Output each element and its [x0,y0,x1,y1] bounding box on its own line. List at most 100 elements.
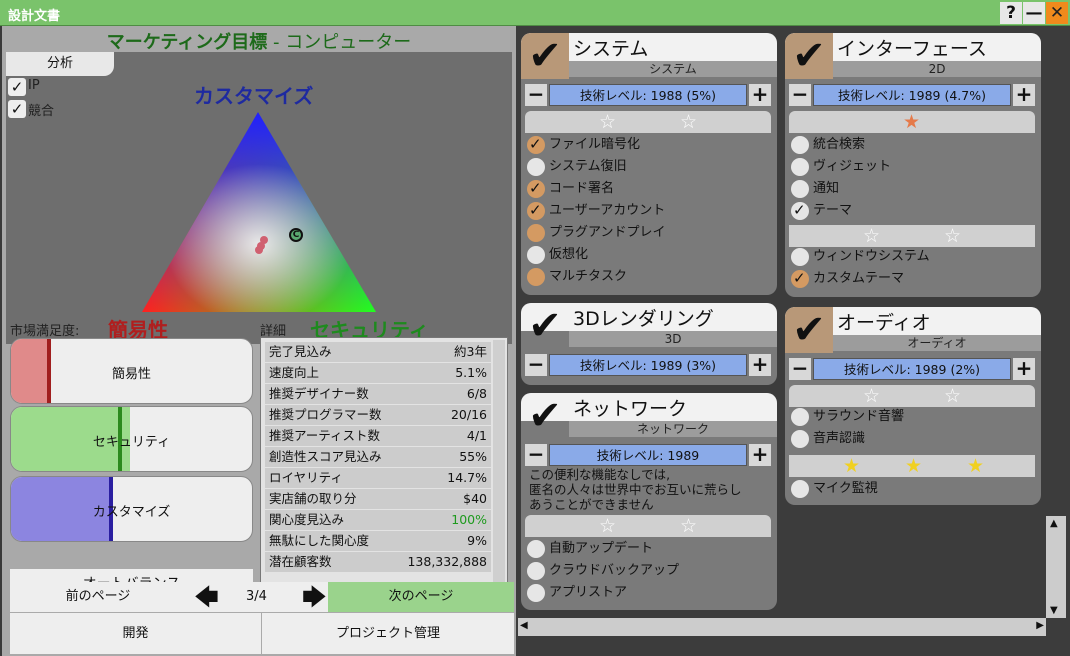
feature-item[interactable]: アプリストア [527,583,767,603]
star-icon: ★ [967,455,985,477]
slider-label: 簡易性 [111,367,151,382]
feature-checkbox[interactable]: ✓ [527,179,545,198]
scroll-up-icon[interactable]: ▲ [1050,518,1058,529]
feature-item[interactable]: 仮想化 [527,245,767,265]
feature-checkbox[interactable] [527,224,545,242]
triangle-chart[interactable]: 分析 ✓ IP ✓ 競合 カスタマイズ 簡易性 セキュリティ C [6,52,512,344]
scroll-left-icon[interactable]: ◀ [520,620,528,631]
checkmark-icon[interactable]: ✔ [521,33,569,79]
feature-item[interactable]: ✓ ユーザーアカウント [527,201,767,221]
feature-item[interactable]: ✓ カスタムテーマ [791,269,1031,289]
feature-checkbox[interactable] [791,136,809,154]
ip-checkbox[interactable]: ✓ [8,78,26,96]
feature-checkbox[interactable] [791,180,809,198]
feature-item[interactable]: 自動アップデート [527,539,767,559]
feature-item[interactable]: マルチタスク [527,267,767,287]
plus-button[interactable]: + [1013,84,1035,106]
detail-row: 速度向上 5.1% [265,363,491,383]
arrow-right-icon[interactable]: 🡆 [302,585,327,609]
feature-checkbox[interactable] [527,540,545,558]
feature-label: システム復旧 [549,159,627,174]
feature-item[interactable]: 通知 [791,179,1031,199]
details-scrollbar[interactable] [493,340,505,596]
checkmark-icon[interactable]: ✔ [521,303,569,349]
feature-item[interactable]: 統合検索 [791,135,1031,155]
card-system: ✔ システム システム − 技術レベル: 1988 (5%) + ☆ ☆ ✓ ファ… [521,33,777,295]
card-3d-rendering: ✔ 3Dレンダリング 3D − 技術レベル: 1989 (3%) + [521,303,777,385]
feature-checkbox[interactable] [527,158,545,176]
slider-security[interactable]: セキュリティ [10,406,253,472]
feature-item[interactable]: ✓ コード署名 [527,179,767,199]
feature-item[interactable]: クラウドバックアップ [527,561,767,581]
feature-item[interactable]: ✓ ファイル暗号化 [527,135,767,155]
scroll-down-icon[interactable]: ▼ [1050,605,1058,616]
competitor-checkbox[interactable]: ✓ [8,100,26,118]
analysis-tab[interactable]: 分析 [6,52,114,76]
feature-item[interactable]: マイク監視 [791,479,1031,499]
slider-simplicity[interactable]: 簡易性 [10,338,253,404]
feature-checkbox[interactable]: ✓ [791,269,809,288]
feature-item[interactable]: ヴィジェット [791,157,1031,177]
feature-checkbox[interactable] [791,158,809,176]
feature-item[interactable]: ウィンドウシステム [791,247,1031,267]
feature-item[interactable]: 音声認識 [791,429,1031,449]
feature-checkbox[interactable] [791,408,809,426]
plus-button[interactable]: + [749,354,771,376]
minus-button[interactable]: − [525,84,547,106]
prev-page-button[interactable]: 前のページ [10,582,186,612]
feature-checkbox[interactable] [527,268,545,286]
card-interface: ✔ インターフェース 2D − 技術レベル: 1989 (4.7%) + ★ ☆… [785,33,1041,297]
plus-button[interactable]: + [1013,358,1035,380]
minus-button[interactable]: − [525,354,547,376]
next-page-button[interactable]: 次のページ [328,582,514,612]
plus-button[interactable]: + [749,84,771,106]
feature-checkbox[interactable] [791,248,809,266]
scroll-right-icon[interactable]: ▶ [1036,620,1044,631]
detail-row: ロイヤリティ 14.7% [265,468,491,488]
feature-label: ウィンドウシステム [813,249,930,264]
checkmark-icon[interactable]: ✔ [785,307,833,353]
detail-key: 完了見込み [269,344,332,359]
help-button[interactable]: ? [1000,2,1022,24]
checkmark-icon: ✓ [793,269,806,287]
checkmark-icon[interactable]: ✔ [785,33,833,79]
detail-row: 潜在顧客数 138,332,888 [265,552,491,572]
feature-label: 自動アップデート [549,541,654,556]
detail-row: 関心度見込み 100% [265,510,491,530]
project-mgmt-button[interactable]: プロジェクト管理 [262,613,514,655]
feature-label: コード署名 [549,181,615,196]
footer-bar: 開発 プロジェクト管理 [10,612,514,655]
close-button[interactable]: ✕ [1046,2,1068,24]
feature-label: マルチタスク [549,269,628,284]
feature-item[interactable]: プラグアンドプレイ [527,223,767,243]
ip-label: IP [28,78,40,93]
minus-button[interactable]: − [525,444,547,466]
dev-button[interactable]: 開発 [10,613,262,655]
plus-button[interactable]: + [749,444,771,466]
detail-key: 無駄にした関心度 [269,533,370,548]
feature-checkbox[interactable] [527,584,545,602]
color-triangle [142,112,376,312]
feature-checkbox[interactable]: ✓ [527,201,545,220]
minimize-button[interactable]: — [1023,2,1045,24]
slider-customize[interactable]: カスタマイズ [10,476,253,542]
feature-item[interactable]: システム復旧 [527,157,767,177]
vertical-scrollbar[interactable]: ▲ ▼ [1046,516,1066,618]
feature-item[interactable]: ✓ テーマ [791,201,1031,221]
arrow-left-icon[interactable]: 🡄 [194,585,219,609]
checkmark-icon[interactable]: ✔ [521,393,569,439]
feature-checkbox[interactable] [791,480,809,498]
minus-button[interactable]: − [789,358,811,380]
feature-checkbox[interactable]: ✓ [791,201,809,220]
feature-label: ユーザーアカウント [549,203,666,218]
feature-checkbox[interactable] [527,562,545,580]
tech-level: 技術レベル: 1989 (3%) [549,354,747,376]
detail-row: 推奨デザイナー数 6/8 [265,384,491,404]
feature-checkbox[interactable] [527,246,545,264]
minus-button[interactable]: − [789,84,811,106]
feature-label: 通知 [813,181,840,196]
feature-checkbox[interactable]: ✓ [527,135,545,154]
feature-item[interactable]: サラウンド音響 [791,407,1031,427]
feature-checkbox[interactable] [791,430,809,448]
horizontal-scrollbar[interactable]: ◀ ▶ [518,618,1046,636]
